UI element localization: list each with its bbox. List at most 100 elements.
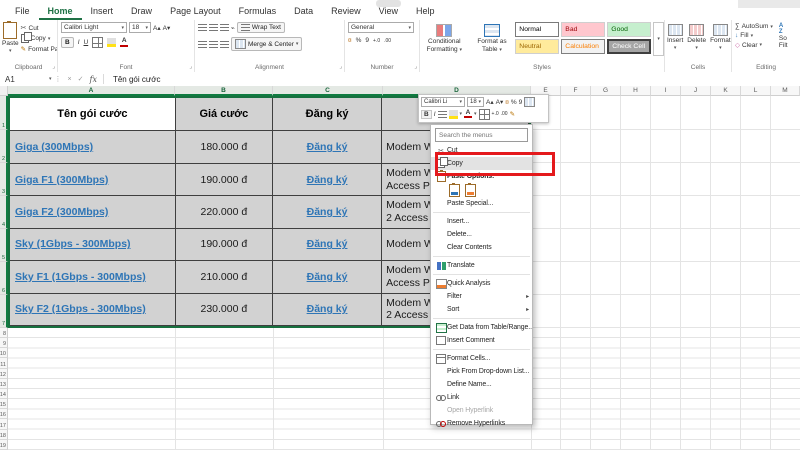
menu-item-format-cells[interactable]: Format Cells... <box>431 352 532 365</box>
align-left-icon[interactable] <box>198 41 207 48</box>
chevron-down-icon[interactable]: ▾ <box>49 76 52 82</box>
style-neutral[interactable]: Neutral <box>515 39 559 54</box>
cell-package-name[interactable]: Giga F1 (300Mbps) <box>10 164 176 196</box>
align-center-icon[interactable] <box>438 111 447 118</box>
row-header-14[interactable]: 14 <box>0 389 8 399</box>
name-box[interactable]: A1 <box>0 75 49 84</box>
tab-help[interactable]: Help <box>407 3 444 20</box>
row-header-9[interactable]: 9 <box>0 338 8 348</box>
row-header-11[interactable]: 11 <box>0 358 8 368</box>
accounting-format-icon[interactable]: ¤ <box>348 37 352 44</box>
autosum-button[interactable]: ∑AutoSum▾ <box>735 23 773 30</box>
cell-price[interactable]: 180.000 đ <box>176 131 273 163</box>
delete-cells-button[interactable]: Delete▾ <box>685 22 708 51</box>
tab-formulas[interactable]: Formulas <box>230 3 286 20</box>
formula-value[interactable]: Tên gói cước <box>113 75 161 84</box>
dialog-launcher-icon[interactable]: ⌟ <box>339 63 342 70</box>
copy-button[interactable]: Copy▾ <box>21 34 58 43</box>
row-header-8[interactable]: 8 <box>0 328 8 338</box>
col-header-k[interactable]: K <box>711 86 741 96</box>
cell-package-name[interactable]: Giga (300Mbps) <box>10 131 176 163</box>
menu-item-filter[interactable]: Filter▸ <box>431 290 532 303</box>
row-header-6[interactable]: 6 <box>0 262 8 295</box>
row-header-10[interactable]: 10 <box>0 348 8 358</box>
decrease-decimal-icon[interactable]: .00 <box>501 111 508 117</box>
cell-register-link[interactable]: Đăng ký <box>273 261 382 293</box>
menu-item-insert-comment[interactable]: Insert Comment <box>431 334 532 347</box>
row-header-17[interactable]: 17 <box>0 419 8 429</box>
menu-item-quick-analysis[interactable]: Quick Analysis <box>431 277 532 290</box>
borders-icon[interactable] <box>92 37 103 48</box>
row-header-18[interactable]: 18 <box>0 430 8 440</box>
row-header-1[interactable]: 1 <box>0 96 8 130</box>
paste-keep-formatting-icon[interactable] <box>449 184 460 197</box>
format-painter-button[interactable]: ✎Format Painter <box>21 45 58 53</box>
percent-style-icon[interactable]: % <box>356 37 362 44</box>
font-name-select[interactable]: Calibri Light▾ <box>61 22 127 33</box>
align-center-icon[interactable] <box>209 41 218 48</box>
menu-item-get-data[interactable]: Get Data from Table/Range... <box>431 321 532 334</box>
italic-button[interactable]: I <box>434 111 436 118</box>
number-format-select[interactable]: General▾ <box>348 22 414 33</box>
fill-color-icon[interactable] <box>107 38 116 47</box>
cell-register-link[interactable]: Đăng ký <box>273 294 382 326</box>
cell-package-name[interactable]: Giga F2 (300Mbps) <box>10 196 176 228</box>
cell-package-name[interactable]: Sky F1 (1Gbps - 300Mbps) <box>10 261 176 293</box>
increase-decimal-icon[interactable]: +.0 <box>492 111 499 117</box>
menu-item-pick-from-list[interactable]: Pick From Drop-down List... <box>431 365 532 378</box>
cell-price[interactable]: 190.000 đ <box>176 229 273 261</box>
bold-button[interactable]: B <box>61 37 74 48</box>
fill-color-icon[interactable] <box>449 110 458 119</box>
col-header-f[interactable]: F <box>561 86 591 96</box>
row-header-5[interactable]: 5 <box>0 229 8 262</box>
gallery-more-button[interactable]: ▾ <box>653 22 664 56</box>
cell-price[interactable]: 220.000 đ <box>176 196 273 228</box>
row-header-3[interactable]: 3 <box>0 163 8 196</box>
fill-button[interactable]: ↓Fill▾ <box>735 32 773 39</box>
paste-values-icon[interactable] <box>465 184 476 197</box>
col-header-a[interactable]: A <box>8 86 175 96</box>
align-right-icon[interactable] <box>220 41 229 48</box>
font-size-select[interactable]: 18▾ <box>129 22 151 33</box>
col-header-i[interactable]: I <box>651 86 681 96</box>
row-header-16[interactable]: 16 <box>0 409 8 419</box>
insert-cells-button[interactable]: Insert▾ <box>665 22 685 51</box>
cell-register-link[interactable]: Đăng ký <box>273 229 382 261</box>
comma-style-icon[interactable]: 9 <box>519 99 523 106</box>
font-color-icon[interactable]: A <box>120 38 128 47</box>
mini-font-name-select[interactable]: Calibri Li▾ <box>421 97 465 107</box>
dialog-launcher-icon[interactable]: ⌟ <box>189 63 192 70</box>
row-header-2[interactable]: 2 <box>0 130 8 163</box>
conditional-formatting-button[interactable]: Conditional Formatting ▾ <box>420 22 469 53</box>
style-calculation[interactable]: Calculation <box>561 39 605 54</box>
menu-item-link[interactable]: Link <box>431 391 532 404</box>
cancel-icon[interactable]: × <box>68 76 72 83</box>
increase-font-icon[interactable]: A▴ <box>153 24 161 32</box>
menu-item-translate[interactable]: Translate <box>431 259 532 272</box>
accounting-format-icon[interactable]: ¤ <box>505 99 509 106</box>
dialog-launcher-icon[interactable]: ⌟ <box>414 63 417 70</box>
search-input[interactable] <box>436 132 527 139</box>
cell-b1[interactable]: Giá cước <box>176 98 273 131</box>
select-all-corner[interactable] <box>0 86 8 96</box>
style-good[interactable]: Good <box>607 22 651 37</box>
row-header-13[interactable]: 13 <box>0 379 8 389</box>
col-header-m[interactable]: M <box>771 86 800 96</box>
style-bad[interactable]: Bad <box>561 22 605 37</box>
cell-register-link[interactable]: Đăng ký <box>273 164 382 196</box>
col-header-h[interactable]: H <box>621 86 651 96</box>
format-cells-button[interactable]: Format▾ <box>708 22 732 51</box>
tab-page-layout[interactable]: Page Layout <box>161 3 230 20</box>
borders-icon[interactable] <box>479 109 490 120</box>
menu-item-sort[interactable]: Sort▸ <box>431 303 532 316</box>
comma-style-icon[interactable]: 9 <box>365 37 369 44</box>
tab-draw[interactable]: Draw <box>122 3 161 20</box>
col-header-b[interactable]: B <box>175 86 273 96</box>
cut-button[interactable]: ✂Cut <box>21 24 58 32</box>
menu-search-box[interactable] <box>435 128 528 142</box>
style-check-cell[interactable]: Check Cell <box>607 39 651 54</box>
orientation-icon[interactable]: ⌁ <box>231 24 235 32</box>
menu-item-define-name[interactable]: Define Name... <box>431 378 532 391</box>
cell-a1-active[interactable]: Tên gói cước <box>10 98 176 131</box>
decrease-decimal-icon[interactable]: .00 <box>384 38 391 44</box>
